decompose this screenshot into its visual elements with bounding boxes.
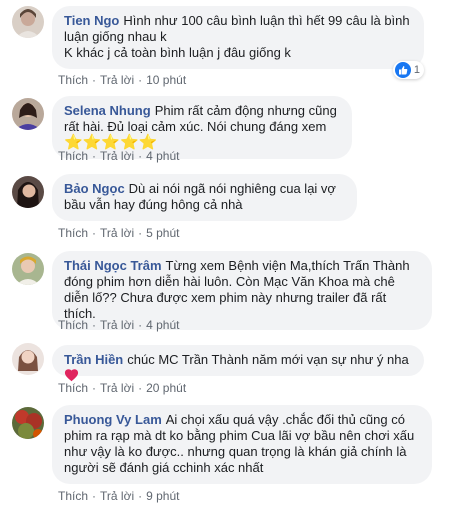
commenter-name[interactable]: Selena Nhung bbox=[64, 103, 151, 118]
separator: · bbox=[138, 381, 143, 395]
timestamp[interactable]: 4 phút bbox=[146, 149, 179, 163]
avatar-image bbox=[12, 253, 44, 285]
avatar[interactable] bbox=[12, 6, 44, 38]
comment-actions: Thích · Trả lời · 4 phút bbox=[58, 317, 179, 333]
avatar-image bbox=[12, 176, 44, 208]
separator: · bbox=[138, 489, 143, 503]
separator: · bbox=[138, 226, 143, 240]
comment-actions: Thích · Trả lời · 10 phút bbox=[58, 72, 186, 88]
timestamp[interactable]: 5 phút bbox=[146, 226, 179, 240]
comment-actions: Thích · Trả lời · 9 phút bbox=[58, 488, 179, 504]
timestamp[interactable]: 20 phút bbox=[146, 381, 186, 395]
reply-link[interactable]: Trả lời bbox=[100, 489, 134, 503]
comment-text: chúc MC Trần Thành năm mới vạn sự như ý … bbox=[127, 352, 409, 367]
avatar[interactable] bbox=[12, 407, 44, 439]
like-link[interactable]: Thích bbox=[58, 73, 88, 87]
avatar[interactable] bbox=[12, 343, 44, 375]
separator: · bbox=[92, 489, 97, 503]
separator: · bbox=[138, 318, 143, 332]
comment-actions: Thích · Trả lời · 20 phút bbox=[58, 380, 186, 396]
reaction-count: 1 bbox=[413, 64, 420, 76]
reply-link[interactable]: Trả lời bbox=[100, 73, 134, 87]
separator: · bbox=[92, 226, 97, 240]
separator: · bbox=[138, 149, 143, 163]
commenter-name[interactable]: Thái Ngọc Trâm bbox=[64, 258, 162, 273]
separator: · bbox=[92, 149, 97, 163]
separator: · bbox=[92, 73, 97, 87]
comment-bubble: Phuong Vy Lam Ai chọi xấu quá vậy .chắc đ… bbox=[52, 405, 432, 484]
separator: · bbox=[138, 73, 143, 87]
comment-actions: Thích · Trả lời · 5 phút bbox=[58, 225, 179, 241]
avatar[interactable] bbox=[12, 253, 44, 285]
avatar-image bbox=[12, 6, 44, 38]
avatar-image bbox=[12, 407, 44, 439]
timestamp[interactable]: 4 phút bbox=[146, 318, 179, 332]
comment-bubble: Tien Ngo Hình như 100 câu bình luận thì h… bbox=[52, 6, 424, 79]
like-link[interactable]: Thích bbox=[58, 318, 88, 332]
comment-feed: Tien Ngo Hình như 100 câu bình luận thì h… bbox=[0, 0, 468, 509]
comment-actions: Thích · Trả lời · 4 phút bbox=[58, 148, 179, 164]
commenter-name[interactable]: Trần Hiền bbox=[64, 352, 123, 367]
like-reaction-icon bbox=[394, 62, 411, 78]
avatar-image bbox=[12, 98, 44, 130]
reply-link[interactable]: Trả lời bbox=[100, 318, 134, 332]
commenter-name[interactable]: Phuong Vy Lam bbox=[64, 412, 162, 427]
comment-bubble: Trần Hiền chúc MC Trần Thành năm mới vạn … bbox=[52, 345, 424, 382]
reply-link[interactable]: Trả lời bbox=[100, 149, 134, 163]
commenter-name[interactable]: Bảo Ngọc bbox=[64, 181, 125, 196]
commenter-name[interactable]: Tien Ngo bbox=[64, 13, 119, 28]
reply-link[interactable]: Trả lời bbox=[100, 381, 134, 395]
reply-link[interactable]: Trả lời bbox=[100, 226, 134, 240]
timestamp[interactable]: 9 phút bbox=[146, 489, 179, 503]
avatar[interactable] bbox=[12, 98, 44, 130]
like-link[interactable]: Thích bbox=[58, 381, 88, 395]
like-link[interactable]: Thích bbox=[58, 489, 88, 503]
avatar[interactable] bbox=[12, 176, 44, 208]
comment-bubble: Bảo Ngọc Dù ai nói ngã nói nghiêng cua lạ… bbox=[52, 174, 357, 221]
separator: · bbox=[92, 318, 97, 332]
like-link[interactable]: Thích bbox=[58, 226, 88, 240]
separator: · bbox=[92, 381, 97, 395]
like-link[interactable]: Thích bbox=[58, 149, 88, 163]
timestamp[interactable]: 10 phút bbox=[146, 73, 186, 87]
reaction-badge[interactable]: 1 bbox=[392, 61, 424, 79]
avatar-image bbox=[12, 343, 44, 375]
